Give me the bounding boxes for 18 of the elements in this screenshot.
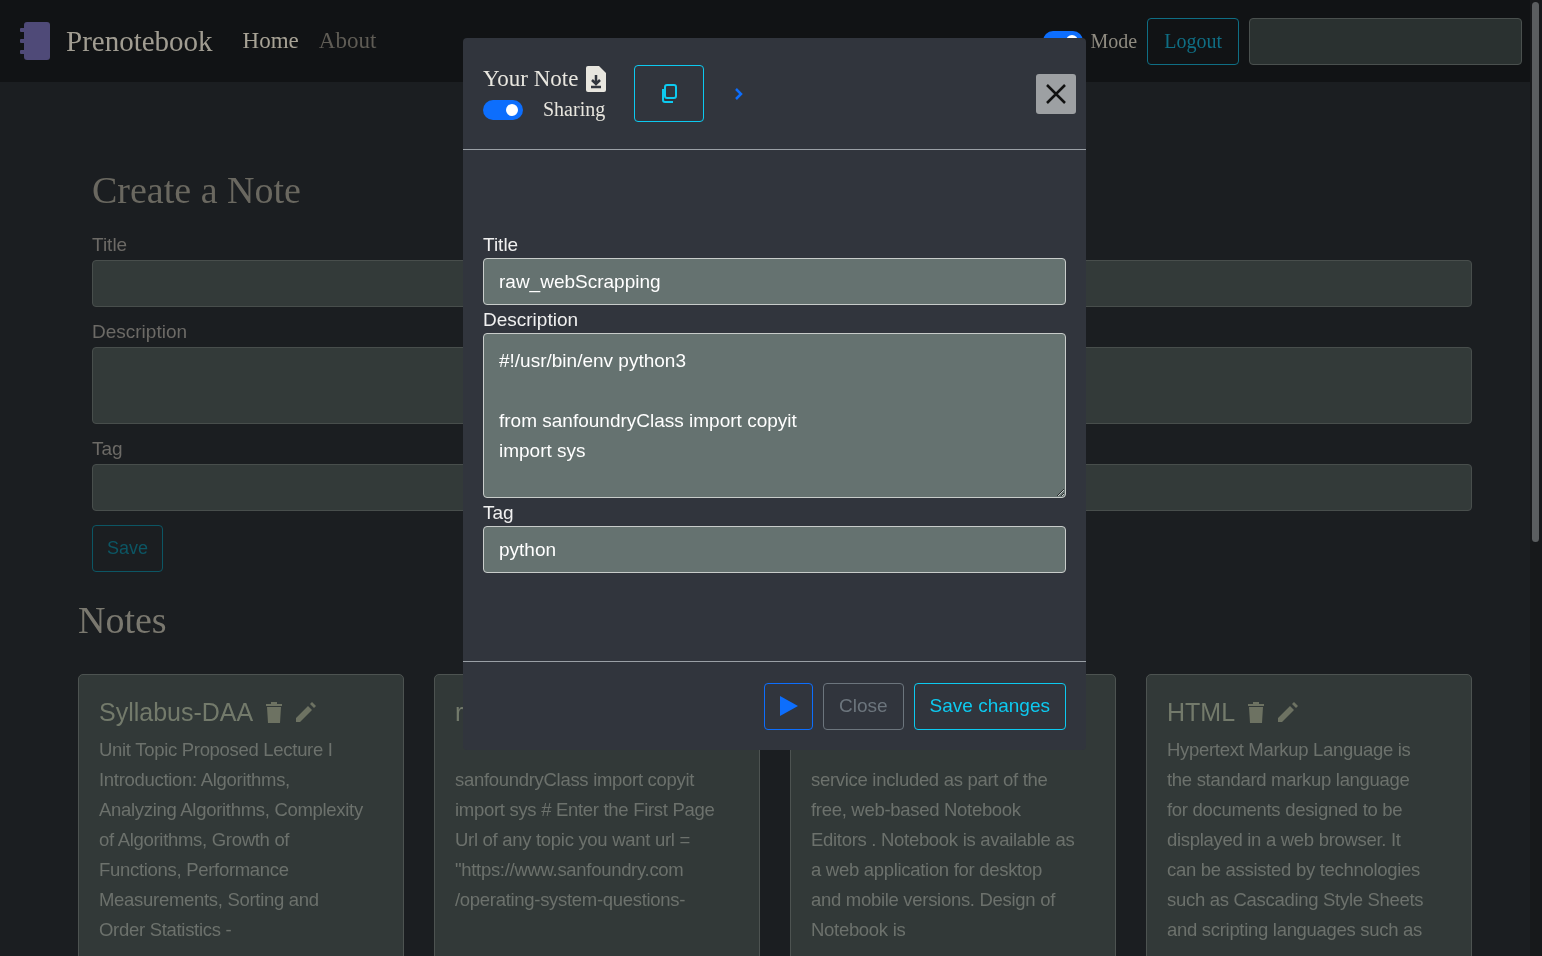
field-label: Description	[483, 309, 579, 331]
note-description: service included as part of the free, web-based Notebook Editors . Notebook is available as a web application for desktop and mobile versions. Design of Notebook is	[811, 768, 1075, 942]
field-label: Tag	[92, 438, 123, 460]
field-label: Title	[483, 234, 519, 256]
note-description: Unit Topic Proposed Lecture I Introduction: Algorithms, Analyzing Algorithms, Complexity of Algorithms, Growth of Functions, Performance Measurements, Sorting and Order Statistics -	[99, 738, 363, 942]
sharing-label: Sharing	[543, 98, 606, 121]
theme-label: Mode	[1090, 29, 1138, 53]
note-title: Syllabus-DAA	[99, 697, 254, 727]
note-title: HTML	[1167, 697, 1236, 727]
field-label: Title	[92, 234, 128, 256]
note-title: r	[455, 697, 464, 727]
note-description: Hypertext Markup Language is the standard markup language for documents designed to be displayed in a web browser. It can be assisted by technologies such as Cascading Style Sheets and scripting languages such as	[1167, 738, 1425, 942]
note-description: sanfoundryClass import copyit import sys # Enter the First Page Url of any topic you want url = "https://www.sanfoundry.com /operating-system-questions-	[455, 768, 716, 912]
dialog-title: Your Note	[483, 66, 579, 92]
form-heading: Create a Note	[92, 168, 302, 212]
notes-heading: Notes	[78, 598, 168, 642]
field-label: Description	[92, 321, 188, 343]
field-label: Tag	[483, 502, 514, 524]
